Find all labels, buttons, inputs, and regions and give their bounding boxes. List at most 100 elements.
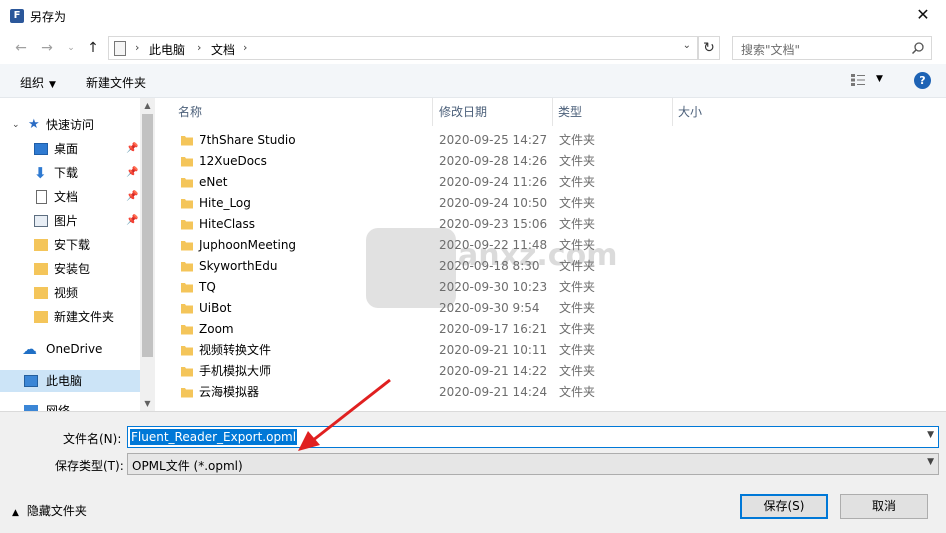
nav-item-folder-new[interactable]: 新建文件夹 <box>0 306 140 328</box>
column-divider[interactable] <box>552 98 553 126</box>
nav-item-label: 图片 <box>54 214 79 228</box>
scroll-up-icon[interactable]: ▲ <box>140 98 155 113</box>
breadcrumb-this-pc[interactable]: 此电脑 <box>149 41 185 58</box>
file-type: 文件夹 <box>559 364 596 378</box>
pin-icon[interactable]: 📌 <box>126 162 138 184</box>
refresh-button[interactable]: ↻ <box>698 36 720 60</box>
column-name[interactable]: 名称 <box>178 98 202 126</box>
nav-item-onedrive[interactable]: ☁ OneDrive <box>0 338 140 360</box>
file-row[interactable]: 手机模拟大师 2020-09-21 14:22 文件夹 <box>172 361 672 382</box>
file-name: JuphoonMeeting <box>199 238 297 252</box>
chevron-down-icon[interactable]: ▼ <box>927 457 934 467</box>
file-row[interactable]: TQ 2020-09-30 10:23 文件夹 <box>172 277 672 298</box>
nav-item-label: 下载 <box>54 166 79 180</box>
cancel-button[interactable]: 取消 <box>840 494 928 519</box>
file-row[interactable]: 视频转换文件 2020-09-21 10:11 文件夹 <box>172 340 672 361</box>
file-row[interactable]: Hite_Log 2020-09-24 10:50 文件夹 <box>172 193 672 214</box>
column-divider[interactable] <box>672 98 673 126</box>
column-modified[interactable]: 修改日期 <box>439 98 487 126</box>
address-bar[interactable]: › 此电脑 › 文档 › ⌄ <box>108 36 698 60</box>
pin-icon[interactable]: 📌 <box>126 210 138 232</box>
nav-item-folder-installers[interactable]: 安装包 <box>0 258 140 280</box>
scrollbar-thumb[interactable] <box>142 114 153 357</box>
folder-icon <box>181 283 193 293</box>
picture-icon <box>34 215 48 227</box>
close-button[interactable]: ✕ <box>908 4 938 26</box>
search-icon[interactable] <box>911 41 925 55</box>
folder-icon <box>34 287 48 299</box>
file-row[interactable]: eNet 2020-09-24 11:26 文件夹 <box>172 172 672 193</box>
file-type: 文件夹 <box>559 280 596 294</box>
file-name: eNet <box>199 175 228 189</box>
file-date: 2020-09-21 14:24 <box>439 385 548 399</box>
nav-item-documents[interactable]: 文档 📌 <box>0 186 140 208</box>
file-name: UiBot <box>199 301 232 315</box>
nav-item-quick-access[interactable]: ⌄ ★ 快速访问 <box>0 114 140 136</box>
file-row[interactable]: UiBot 2020-09-30 9:54 文件夹 <box>172 298 672 319</box>
sort-ascending-icon: ^ <box>298 98 306 104</box>
new-folder-button[interactable]: 新建文件夹 <box>86 74 146 91</box>
file-row[interactable]: HiteClass 2020-09-23 15:06 文件夹 <box>172 214 672 235</box>
file-row[interactable]: 7thShare Studio 2020-09-25 14:27 文件夹 <box>172 130 672 151</box>
file-date: 2020-09-21 14:22 <box>439 364 548 378</box>
file-row[interactable]: Zoom 2020-09-17 16:21 文件夹 <box>172 319 672 340</box>
nav-item-pictures[interactable]: 图片 📌 <box>0 210 140 232</box>
column-divider[interactable] <box>432 98 433 126</box>
filetype-select[interactable]: OPML文件 (*.opml) ▼ <box>127 453 939 475</box>
column-size[interactable]: 大小 <box>678 98 702 126</box>
nav-item-this-pc[interactable]: 此电脑 <box>0 370 140 392</box>
nav-item-label: OneDrive <box>46 342 103 356</box>
folder-icon <box>34 311 48 323</box>
nav-item-label: 视频 <box>54 286 79 300</box>
window-title: 另存为 <box>30 10 67 24</box>
nav-item-downloads[interactable]: ⬇ 下载 📌 <box>0 162 140 184</box>
file-type: 文件夹 <box>559 196 596 210</box>
nav-item-network[interactable]: 网络 <box>0 400 140 411</box>
chevron-down-icon[interactable]: ▼ <box>927 430 934 440</box>
chevron-down-icon[interactable]: ⌄ <box>12 114 20 136</box>
filename-input[interactable]: Fluent_Reader_Export.opml ▼ <box>127 426 939 448</box>
breadcrumb-documents[interactable]: 文档 <box>211 41 235 58</box>
back-arrow-icon[interactable]: ← <box>12 39 30 57</box>
filetype-label: 保存类型(T): <box>55 459 124 473</box>
filename-value[interactable]: Fluent_Reader_Export.opml <box>130 429 298 445</box>
recent-dropdown-icon[interactable]: ⌄ <box>62 39 80 57</box>
address-dropdown-icon[interactable]: ⌄ <box>683 40 691 51</box>
file-name: Zoom <box>199 322 234 336</box>
forward-arrow-icon[interactable]: → <box>38 39 56 57</box>
scroll-down-icon[interactable]: ▼ <box>140 396 155 411</box>
breadcrumb-separator[interactable]: › <box>135 41 139 54</box>
save-button[interactable]: 保存(S) <box>740 494 828 519</box>
pin-icon[interactable]: 📌 <box>126 138 138 160</box>
help-button[interactable]: ? <box>914 72 931 89</box>
file-date: 2020-09-17 16:21 <box>439 322 548 336</box>
breadcrumb-separator[interactable]: › <box>197 41 201 54</box>
nav-scrollbar[interactable]: ▲ ▼ <box>140 98 155 411</box>
nav-item-folder-anxiazai[interactable]: 安下载 <box>0 234 140 256</box>
organize-button[interactable]: 组织 ▼ <box>20 74 56 91</box>
breadcrumb-separator[interactable]: › <box>243 41 247 54</box>
nav-item-label: 安装包 <box>54 262 91 276</box>
file-date: 2020-09-18 8:30 <box>439 259 540 273</box>
hide-folders-button[interactable]: ▲ 隐藏文件夹 <box>12 502 87 519</box>
pin-icon[interactable]: 📌 <box>126 186 138 208</box>
folder-icon <box>181 388 193 398</box>
search-input[interactable]: 搜索"文档" <box>732 36 932 60</box>
file-name: TQ <box>199 280 216 294</box>
view-options-icon[interactable] <box>850 73 866 87</box>
folder-icon <box>34 239 48 251</box>
address-row: ← → ⌄ ↑ › 此电脑 › 文档 › ⌄ ↻ 搜索"文档" <box>0 32 946 64</box>
nav-item-desktop[interactable]: 桌面 📌 <box>0 138 140 160</box>
up-arrow-icon[interactable]: ↑ <box>84 39 102 57</box>
folder-icon <box>181 136 193 146</box>
file-row[interactable]: JuphoonMeeting 2020-09-22 11:48 文件夹 <box>172 235 672 256</box>
file-type: 文件夹 <box>559 217 596 231</box>
file-row[interactable]: SkyworthEdu 2020-09-18 8:30 文件夹 <box>172 256 672 277</box>
file-row[interactable]: 12XueDocs 2020-09-28 14:26 文件夹 <box>172 151 672 172</box>
folder-icon <box>181 199 193 209</box>
view-dropdown-icon[interactable]: ▼ <box>876 74 883 84</box>
chevron-up-icon: ▲ <box>12 508 19 518</box>
column-type[interactable]: 类型 <box>558 98 582 126</box>
file-row[interactable]: 云海模拟器 2020-09-21 14:24 文件夹 <box>172 382 672 403</box>
nav-item-folder-videos[interactable]: 视频 <box>0 282 140 304</box>
